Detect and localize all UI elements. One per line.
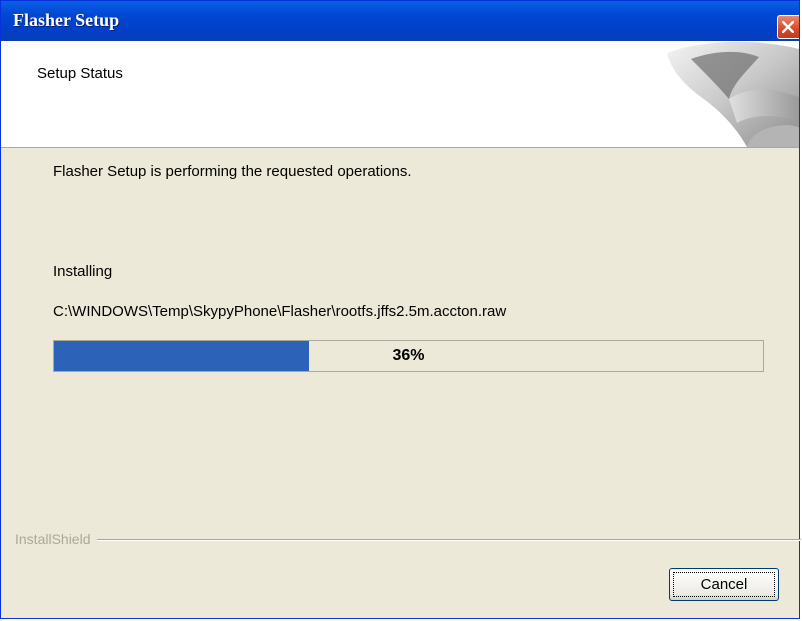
cancel-button[interactable]: Cancel [669, 568, 779, 601]
installer-graphic-icon [667, 41, 799, 147]
progress-bar: 36% [53, 340, 764, 372]
page-title: Setup Status [37, 65, 123, 82]
title-bar[interactable]: Flasher Setup [1, 1, 799, 41]
close-button[interactable] [777, 15, 799, 39]
close-icon [782, 21, 794, 33]
setup-window: Flasher Setup Setup Status Flasher Setup… [0, 0, 801, 619]
separator-rule [15, 539, 801, 541]
cancel-button-label: Cancel [673, 572, 775, 597]
header-panel: Setup Status [1, 41, 799, 148]
status-text: Flasher Setup is performing the requeste… [53, 163, 412, 180]
window-title: Flasher Setup [13, 10, 120, 30]
file-path: C:\WINDOWS\Temp\SkypyPhone\Flasher\rootf… [53, 303, 507, 320]
progress-label: 36% [392, 347, 425, 364]
brand-label: InstallShield [15, 531, 97, 547]
action-label: Installing [53, 263, 113, 280]
brand-separator: InstallShield [15, 531, 801, 547]
